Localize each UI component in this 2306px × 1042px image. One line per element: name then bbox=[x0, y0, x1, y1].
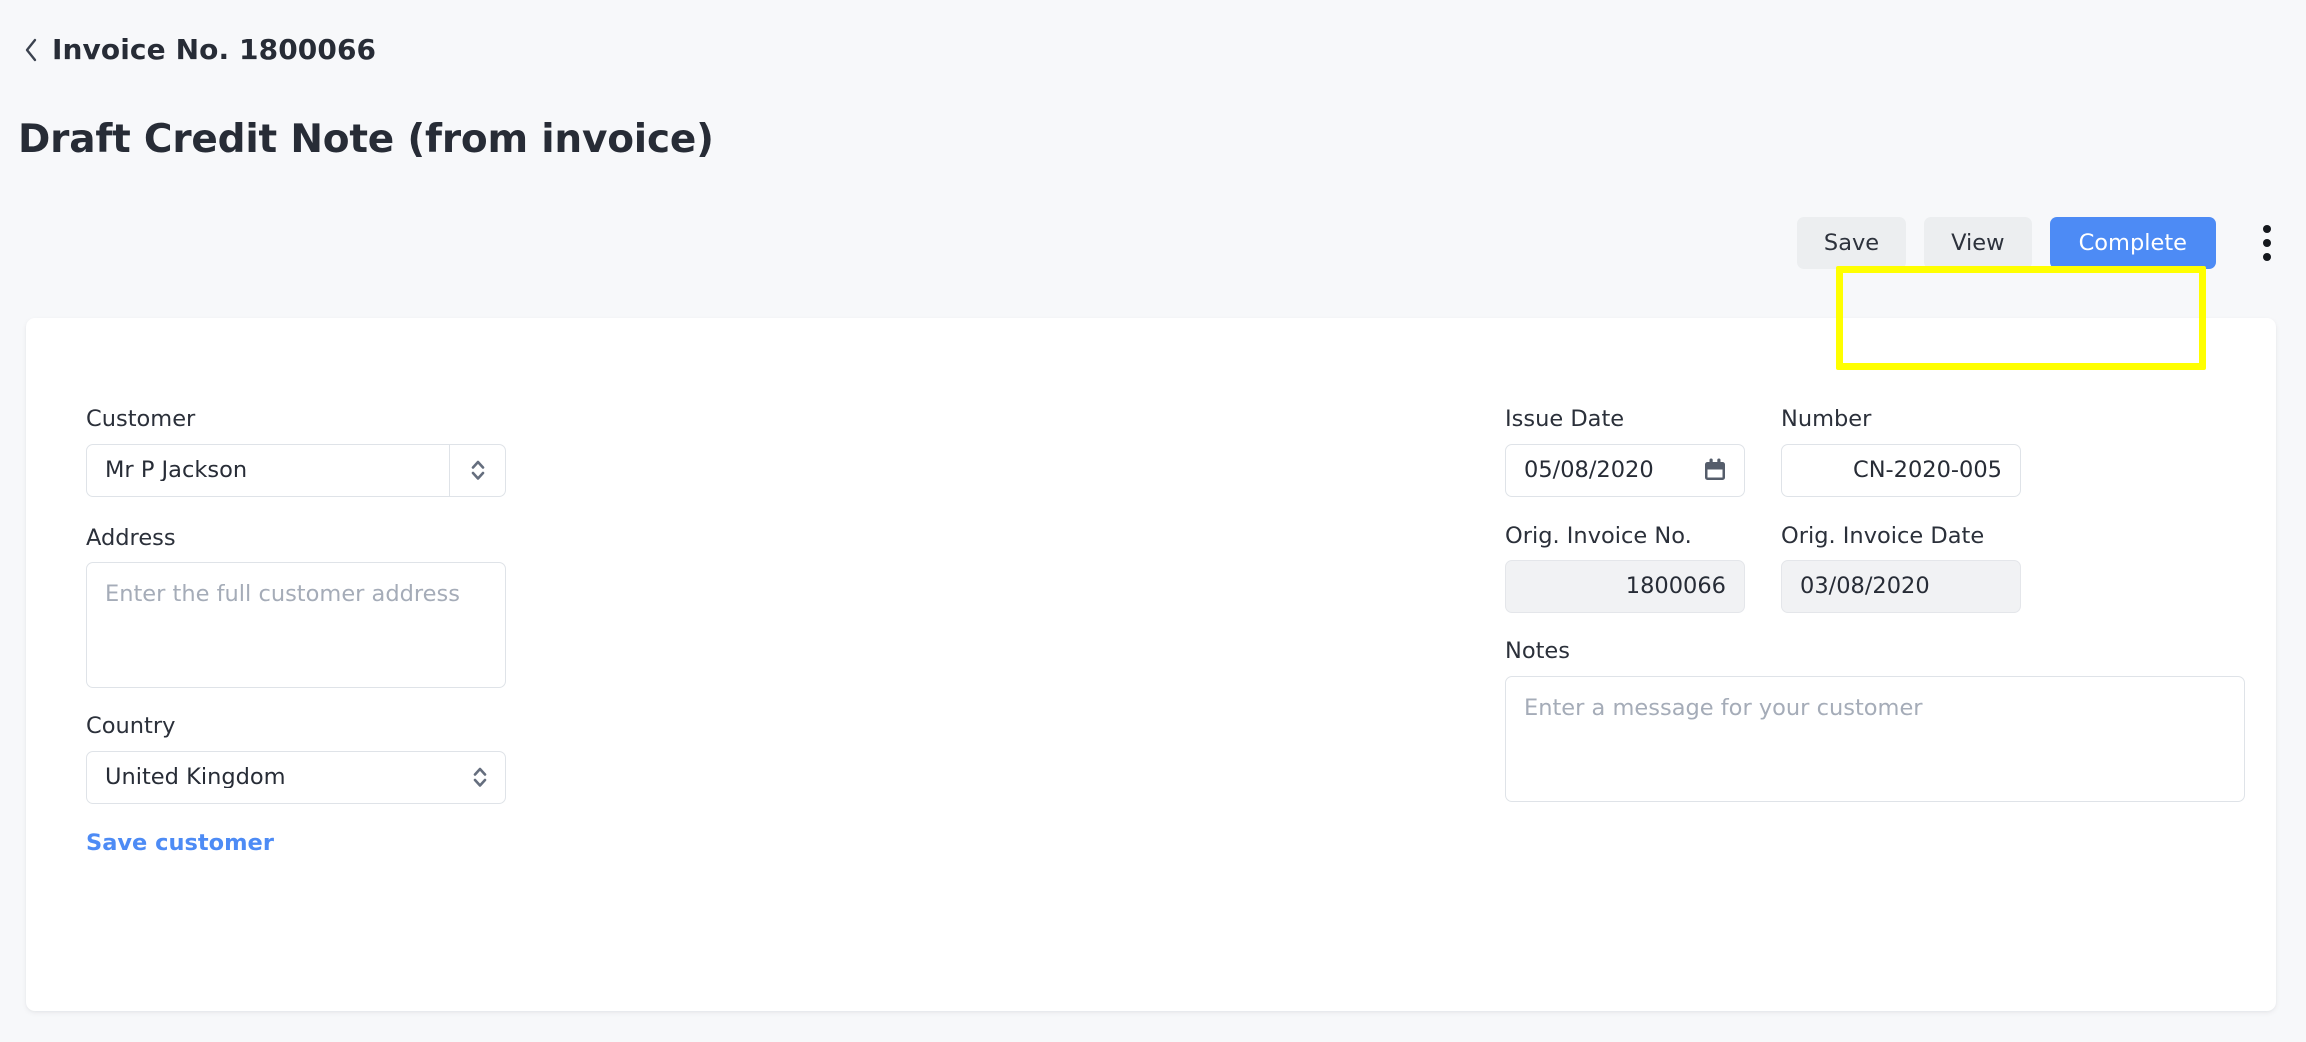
page-title: Draft Credit Note (from invoice) bbox=[18, 117, 714, 162]
country-value: United Kingdom bbox=[105, 765, 286, 789]
kebab-dot bbox=[2263, 253, 2271, 261]
customer-details-column: Customer Mr P Jackson Address Enter the … bbox=[86, 408, 506, 854]
breadcrumb[interactable]: Invoice No. 1800066 bbox=[22, 36, 376, 64]
country-label: Country bbox=[86, 713, 176, 739]
chevron-up-down-icon[interactable] bbox=[455, 752, 505, 803]
complete-button[interactable]: Complete bbox=[2049, 217, 2216, 269]
notes-group: Notes Enter a message for your customer bbox=[1505, 640, 2245, 802]
issue-date-input[interactable]: 05/08/2020 bbox=[1505, 443, 1745, 497]
issue-date-group: Issue Date 05/08/2020 bbox=[1505, 408, 1745, 497]
orig-invoice-date-input: 03/08/2020 bbox=[1781, 560, 2021, 613]
breadcrumb-label: Invoice No. 1800066 bbox=[52, 33, 377, 66]
orig-invoice-no-group: Orig. Invoice No. 1800066 bbox=[1505, 522, 1745, 613]
notes-textarea[interactable]: Enter a message for your customer bbox=[1505, 675, 2245, 802]
orig-invoice-no-label: Orig. Invoice No. bbox=[1505, 522, 1692, 549]
address-placeholder: Enter the full customer address bbox=[105, 581, 460, 607]
number-value: CN-2020-005 bbox=[1853, 458, 2002, 482]
orig-invoice-row: Orig. Invoice No. 1800066 Orig. Invoice … bbox=[1505, 522, 2245, 613]
action-toolbar: Save View Complete bbox=[1796, 217, 2288, 269]
kebab-dot bbox=[2263, 225, 2271, 233]
kebab-dot bbox=[2263, 239, 2271, 247]
credit-note-form-card: Customer Mr P Jackson Address Enter the … bbox=[26, 318, 2276, 1011]
orig-invoice-date-group: Orig. Invoice Date 03/08/2020 bbox=[1781, 522, 2021, 613]
issue-date-label: Issue Date bbox=[1505, 406, 1625, 432]
country-select[interactable]: United Kingdom bbox=[86, 750, 506, 804]
number-input[interactable]: CN-2020-005 bbox=[1781, 443, 2021, 497]
chevron-up-down-icon[interactable] bbox=[449, 444, 505, 496]
save-customer-link[interactable]: Save customer bbox=[86, 831, 274, 855]
notes-label: Notes bbox=[1505, 638, 1570, 664]
chevron-left-icon[interactable] bbox=[22, 37, 40, 63]
customer-value: Mr P Jackson bbox=[105, 458, 248, 482]
number-label: Number bbox=[1781, 406, 1872, 432]
kebab-menu-icon[interactable] bbox=[2250, 217, 2284, 269]
orig-invoice-no-input: 1800066 bbox=[1505, 560, 1745, 613]
notes-placeholder: Enter a message for your customer bbox=[1524, 694, 1923, 721]
calendar-icon[interactable] bbox=[1702, 457, 1744, 483]
credit-note-page: Invoice No. 1800066 Draft Credit Note (f… bbox=[0, 0, 2306, 1042]
orig-invoice-no-value: 1800066 bbox=[1625, 575, 1726, 598]
issue-date-value: 05/08/2020 bbox=[1524, 458, 1654, 482]
customer-select[interactable]: Mr P Jackson bbox=[86, 443, 506, 497]
address-textarea[interactable]: Enter the full customer address bbox=[86, 562, 506, 688]
address-label: Address bbox=[86, 524, 176, 551]
customer-label: Customer bbox=[86, 406, 196, 432]
orig-invoice-date-value: 03/08/2020 bbox=[1800, 575, 1930, 598]
issue-date-number-row: Issue Date 05/08/2020 Number CN-2020-005 bbox=[1505, 408, 2245, 497]
view-button[interactable]: View bbox=[1924, 217, 2032, 269]
credit-note-meta-column: Issue Date 05/08/2020 Number CN-2020-005… bbox=[1505, 408, 2245, 802]
orig-invoice-date-label: Orig. Invoice Date bbox=[1781, 522, 1985, 549]
save-button[interactable]: Save bbox=[1796, 217, 1907, 269]
number-group: Number CN-2020-005 bbox=[1781, 408, 2021, 497]
